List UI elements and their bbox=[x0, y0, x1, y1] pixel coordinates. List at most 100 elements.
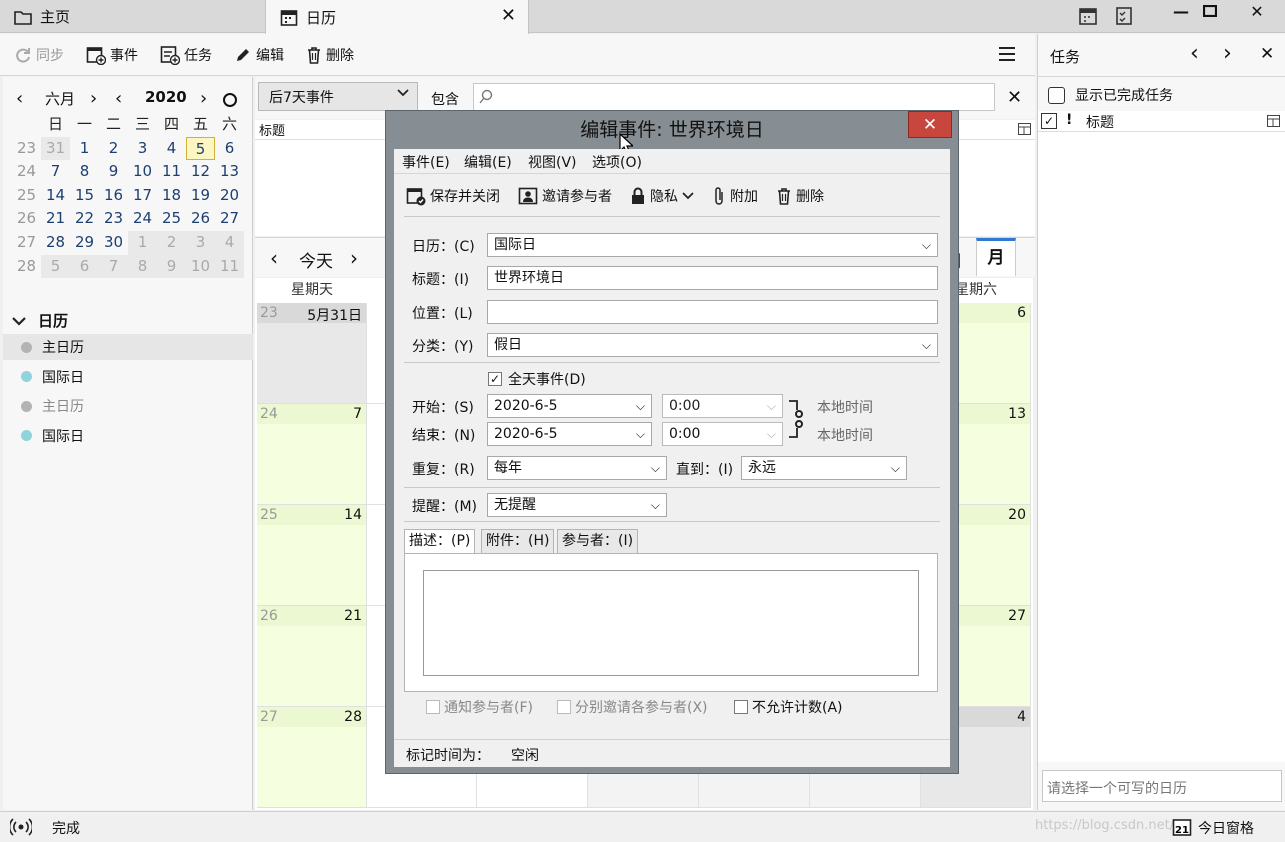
clear-filter-icon[interactable]: ✕ bbox=[1007, 87, 1022, 108]
column-picker-icon[interactable] bbox=[1267, 115, 1280, 127]
mini-calendar-day[interactable]: 16 bbox=[99, 184, 128, 208]
mini-calendar-day[interactable]: 7 bbox=[41, 160, 70, 184]
dialog-close-button[interactable]: ✕ bbox=[908, 111, 952, 138]
calendar-select[interactable]: 国际日 ⌵ bbox=[487, 233, 938, 257]
priority-column-icon[interactable]: ! bbox=[1066, 112, 1072, 128]
search-input[interactable] bbox=[473, 83, 995, 111]
today-button[interactable]: 今天 bbox=[299, 247, 333, 272]
tab-month[interactable]: 月 bbox=[976, 238, 1016, 276]
close-pane-icon[interactable]: ✕ bbox=[1260, 44, 1274, 64]
mini-calendar-day[interactable]: 14 bbox=[41, 184, 70, 208]
today-pane-toggle[interactable]: 今日窗格 bbox=[1198, 818, 1254, 838]
mini-calendar-day[interactable]: 26 bbox=[186, 207, 215, 231]
mini-calendar-day[interactable]: 22 bbox=[70, 207, 99, 231]
event-list-col-title[interactable]: 标题 bbox=[259, 124, 285, 139]
mini-calendar-day[interactable]: 7 bbox=[99, 254, 128, 279]
start-time-picker[interactable]: 0:00 ⌵ bbox=[662, 394, 783, 418]
tab-description[interactable]: 描述：(P) bbox=[404, 529, 476, 554]
new-event-button[interactable]: 事件 bbox=[86, 45, 138, 65]
task-mode-icon[interactable] bbox=[1114, 6, 1134, 26]
mini-calendar-day[interactable]: 6 bbox=[70, 254, 99, 279]
prev-month-icon[interactable]: ‹ bbox=[16, 88, 23, 109]
mini-calendar-day[interactable]: 19 bbox=[186, 184, 215, 208]
until-select[interactable]: 永远 ⌵ bbox=[741, 456, 907, 480]
mini-calendar-day[interactable]: 11 bbox=[157, 160, 186, 184]
repeat-select[interactable]: 每年 ⌵ bbox=[487, 456, 667, 480]
end-date-picker[interactable]: 2020-6-5 ⌵ bbox=[487, 422, 652, 446]
next-icon[interactable]: › bbox=[1223, 41, 1232, 66]
save-close-button[interactable]: 保存并关闭 bbox=[406, 186, 500, 206]
mini-calendar-day[interactable]: 9 bbox=[99, 160, 128, 184]
mini-calendar-day[interactable]: 29 bbox=[70, 231, 99, 255]
show-completed-checkbox[interactable] bbox=[1048, 86, 1065, 104]
mini-calendar-day[interactable]: 5 bbox=[186, 136, 215, 161]
mini-calendar-day[interactable]: 1 bbox=[128, 231, 157, 255]
notify-toggle[interactable]: 通知参与者(F) bbox=[426, 697, 533, 717]
completed-column-icon[interactable]: ✓ bbox=[1041, 113, 1057, 129]
mini-calendar-day[interactable]: 10 bbox=[186, 254, 215, 279]
calendar-list-item[interactable]: 主日历 bbox=[3, 393, 253, 419]
separate-invite-checkbox[interactable] bbox=[557, 700, 571, 714]
mini-calendar-day[interactable]: 18 bbox=[157, 184, 186, 208]
mini-calendar-day[interactable]: 8 bbox=[128, 254, 157, 279]
mini-calendar-day[interactable]: 2 bbox=[99, 137, 128, 161]
location-input[interactable] bbox=[487, 300, 938, 324]
show-time-as-value[interactable]: 空闲 bbox=[511, 745, 539, 765]
show-completed-toggle[interactable]: 显示已完成任务 bbox=[1048, 85, 1173, 105]
dialog-delete-button[interactable]: 删除 bbox=[776, 186, 824, 206]
mini-calendar-day[interactable]: 6 bbox=[215, 137, 244, 161]
tab-attachments[interactable]: 附件：(H) bbox=[481, 529, 555, 553]
start-timezone-label[interactable]: 本地时间 bbox=[817, 397, 873, 417]
calendar-list-item[interactable]: 国际日 bbox=[3, 364, 253, 390]
next-year-icon[interactable]: › bbox=[200, 88, 207, 109]
no-count-toggle[interactable]: 不允许计数(A) bbox=[734, 697, 843, 717]
next-period-icon[interactable]: › bbox=[350, 246, 358, 270]
mini-calendar-day[interactable]: 3 bbox=[186, 231, 215, 255]
mini-calendar-day[interactable]: 30 bbox=[99, 231, 128, 255]
mini-calendar-day[interactable]: 20 bbox=[215, 184, 244, 208]
delete-button[interactable]: 删除 bbox=[306, 45, 354, 65]
mini-calendar-day[interactable]: 27 bbox=[215, 207, 244, 231]
month-day-cell[interactable]: 27 28 bbox=[257, 707, 367, 808]
no-count-checkbox[interactable] bbox=[734, 700, 748, 714]
mini-calendar-day[interactable]: 13 bbox=[215, 160, 244, 184]
end-time-picker[interactable]: 0:00 ⌵ bbox=[662, 422, 783, 446]
tab-calendar[interactable]: 日历 ✕ bbox=[265, 0, 529, 34]
calendar-mode-icon[interactable] bbox=[1078, 6, 1098, 26]
mini-calendar-day[interactable]: 1 bbox=[70, 137, 99, 161]
notify-checkbox[interactable] bbox=[426, 700, 440, 714]
hamburger-menu-icon[interactable] bbox=[998, 46, 1016, 62]
menu-view[interactable]: 视图(V) bbox=[528, 152, 577, 172]
mini-calendar-day[interactable]: 4 bbox=[157, 137, 186, 161]
separate-invite-toggle[interactable]: 分别邀请各参与者(X) bbox=[557, 697, 708, 717]
column-picker-icon[interactable] bbox=[1018, 123, 1031, 135]
privacy-button[interactable]: 隐私 bbox=[630, 186, 694, 206]
reminder-select[interactable]: 无提醒 ⌵ bbox=[487, 493, 667, 517]
mini-calendar-day[interactable]: 8 bbox=[70, 160, 99, 184]
allday-checkbox[interactable]: ✓ bbox=[488, 372, 502, 386]
mini-calendar-day[interactable]: 11 bbox=[215, 254, 244, 279]
month-day-cell[interactable]: 24 7 bbox=[257, 404, 367, 505]
mini-calendar-day[interactable]: 4 bbox=[215, 231, 244, 255]
mini-calendar-day[interactable]: 12 bbox=[186, 160, 215, 184]
mini-calendar-day[interactable]: 3 bbox=[128, 137, 157, 161]
task-list[interactable] bbox=[1038, 132, 1285, 762]
maximize-button[interactable] bbox=[1190, 0, 1230, 22]
title-input[interactable]: 世界环境日 bbox=[487, 266, 938, 290]
mini-calendar-day[interactable]: 2 bbox=[157, 231, 186, 255]
category-select[interactable]: 假日 ⌵ bbox=[487, 333, 938, 357]
mini-calendar-day[interactable]: 28 bbox=[41, 231, 70, 255]
close-window-button[interactable]: ✕ bbox=[1236, 0, 1278, 22]
tab-attendees[interactable]: 参与者：(I) bbox=[557, 529, 639, 553]
month-day-cell[interactable]: 25 14 bbox=[257, 505, 367, 606]
month-day-cell[interactable]: 26 21 bbox=[257, 606, 367, 707]
attach-button[interactable]: 附加 bbox=[712, 186, 758, 206]
event-range-select[interactable]: 后7天事件 bbox=[258, 82, 418, 111]
new-task-button[interactable]: 任务 bbox=[160, 45, 212, 65]
menu-options[interactable]: 选项(O) bbox=[592, 152, 642, 172]
minical-year[interactable]: 2020 bbox=[145, 88, 187, 106]
menu-edit[interactable]: 编辑(E) bbox=[464, 152, 512, 172]
mini-calendar-day[interactable]: 31 bbox=[41, 136, 70, 161]
mini-calendar-day[interactable]: 5 bbox=[41, 254, 70, 279]
allday-toggle[interactable]: ✓ 全天事件(D) bbox=[488, 369, 586, 389]
